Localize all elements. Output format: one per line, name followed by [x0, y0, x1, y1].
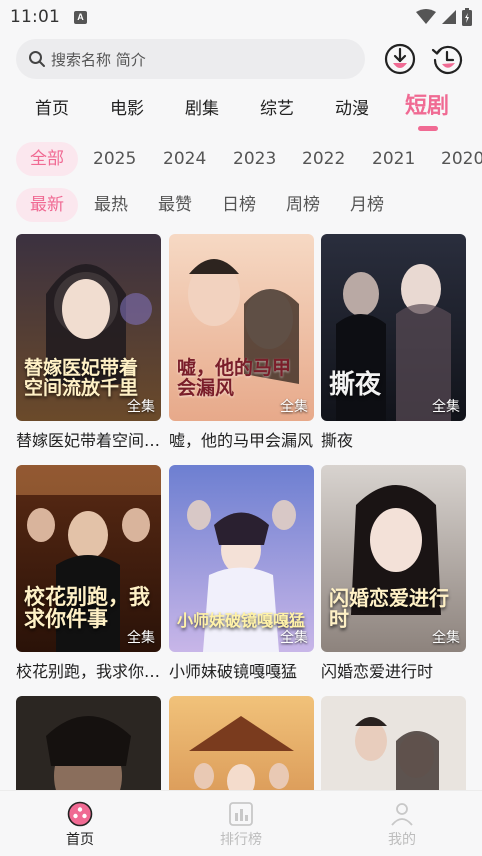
drama-card[interactable]: 嘘，他的马甲会漏风 全集 嘘，他的马甲会漏风 [169, 234, 314, 451]
episode-badge: 全集 [432, 399, 460, 415]
poster-title-art: 撕夜 [329, 369, 382, 400]
poster-title-art: 替嫁医妃带着空间流放千里 [24, 357, 139, 400]
tab-series[interactable]: 剧集 [185, 94, 219, 119]
status-bar: 11:01 A [0, 0, 482, 34]
tab-movies[interactable]: 电影 [110, 94, 144, 119]
card-title: 闪婚恋爱进行时 [321, 662, 434, 681]
search-icon [29, 51, 45, 67]
year-chip[interactable]: 2022 [302, 142, 345, 176]
year-chip[interactable]: 2024 [163, 142, 206, 176]
ranking-icon [229, 802, 253, 826]
drama-card[interactable]: 校花别跑，我求你件事 全集 校花别跑，我求你件事 [16, 465, 161, 682]
drama-card[interactable] [169, 696, 314, 790]
drama-card[interactable]: 撕夜 全集 撕夜 [321, 234, 466, 451]
nav-item-home[interactable]: 首页 [40, 801, 120, 849]
sort-filter-row: 最新 最热 最赞 日榜 周榜 月榜 [0, 188, 482, 224]
sort-chip-monthly[interactable]: 月榜 [350, 188, 384, 222]
poster-image: 校花别跑，我求你件事 全集 [16, 465, 161, 652]
card-title: 撕夜 [321, 431, 354, 450]
episode-badge: 全集 [432, 630, 460, 646]
battery-icon [462, 8, 472, 26]
year-chip-all[interactable]: 全部 [16, 142, 78, 176]
card-title: 嘘，他的马甲会漏风 [169, 431, 314, 450]
search-row: 搜索名称 简介 [16, 39, 466, 79]
episode-badge: 全集 [280, 630, 308, 646]
poster-image: 小师妹破镜嘎嘎猛 全集 [169, 465, 314, 652]
card-title: 小师妹破镜嘎嘎猛 [169, 662, 298, 681]
download-icon[interactable] [383, 42, 417, 76]
drama-card[interactable] [321, 696, 466, 790]
nav-label: 我的 [388, 832, 416, 848]
episode-badge: 全集 [127, 630, 155, 646]
drama-card[interactable] [16, 696, 161, 790]
year-filter-row: 全部 2025 2024 2023 2022 2021 2020 [0, 142, 482, 178]
sort-chip-latest[interactable]: 最新 [16, 188, 78, 222]
nav-item-profile[interactable]: 我的 [362, 801, 442, 849]
category-tabs: 首页 电影 剧集 综艺 动漫 短剧 [0, 88, 482, 134]
wifi-icon [416, 9, 436, 24]
poster-image: 闪婚恋爱进行时 全集 [321, 465, 466, 652]
tab-home[interactable]: 首页 [35, 94, 69, 119]
search-input[interactable]: 搜索名称 简介 [16, 39, 365, 79]
nav-item-ranking[interactable]: 排行榜 [201, 801, 281, 849]
sort-chip-liked[interactable]: 最赞 [158, 188, 192, 222]
search-placeholder: 搜索名称 简介 [51, 50, 146, 69]
card-title: 校花别跑，我求你件事 [16, 662, 161, 681]
poster-title-art: 校花别跑，我求你件事 [24, 583, 150, 631]
poster-image: 嘘，他的马甲会漏风 全集 [169, 234, 314, 421]
nav-label: 排行榜 [220, 832, 262, 848]
poster-title-art: 嘘，他的马甲会漏风 [177, 357, 292, 400]
poster-image [321, 696, 466, 790]
sort-chip-hot[interactable]: 最热 [94, 188, 128, 222]
drama-card[interactable]: 闪婚恋爱进行时 全集 闪婚恋爱进行时 [321, 465, 466, 682]
home-icon [67, 801, 93, 827]
poster-image: 替嫁医妃带着空间流放千里 全集 [16, 234, 161, 421]
bottom-nav: 首页 排行榜 我的 [0, 790, 482, 856]
tab-short-drama[interactable]: 短剧 [405, 88, 449, 120]
poster-image: 撕夜 全集 [321, 234, 466, 421]
episode-badge: 全集 [280, 399, 308, 415]
drama-grid: 替嫁医妃带着空间流放千里 全集 替嫁医妃带着空间流放千里 嘘，他的马甲会漏风 全… [0, 234, 482, 790]
drama-card[interactable]: 替嫁医妃带着空间流放千里 全集 替嫁医妃带着空间流放千里 [16, 234, 161, 451]
card-title: 替嫁医妃带着空间流放千里 [16, 431, 161, 450]
drama-card[interactable]: 小师妹破镜嘎嘎猛 全集 小师妹破镜嘎嘎猛 [169, 465, 314, 682]
tab-anime[interactable]: 动漫 [335, 94, 369, 119]
status-indicators [416, 8, 472, 26]
signal-icon [442, 10, 456, 24]
sort-chip-daily[interactable]: 日榜 [222, 188, 256, 222]
notification-icon: A [74, 10, 87, 24]
active-tab-indicator [418, 126, 438, 131]
sort-chip-weekly[interactable]: 周榜 [286, 188, 320, 222]
history-icon[interactable] [430, 42, 464, 76]
tab-variety[interactable]: 综艺 [260, 94, 294, 119]
nav-label: 首页 [66, 832, 94, 848]
poster-image [16, 696, 161, 790]
year-chip[interactable]: 2020 [441, 142, 482, 176]
profile-icon [391, 803, 413, 826]
episode-badge: 全集 [127, 399, 155, 415]
year-chip[interactable]: 2025 [93, 142, 136, 176]
year-chip[interactable]: 2023 [233, 142, 276, 176]
year-chip[interactable]: 2021 [372, 142, 415, 176]
status-time: 11:01 [10, 7, 60, 27]
poster-title-art: 闪婚恋爱进行时 [329, 586, 449, 631]
poster-image [169, 696, 314, 790]
